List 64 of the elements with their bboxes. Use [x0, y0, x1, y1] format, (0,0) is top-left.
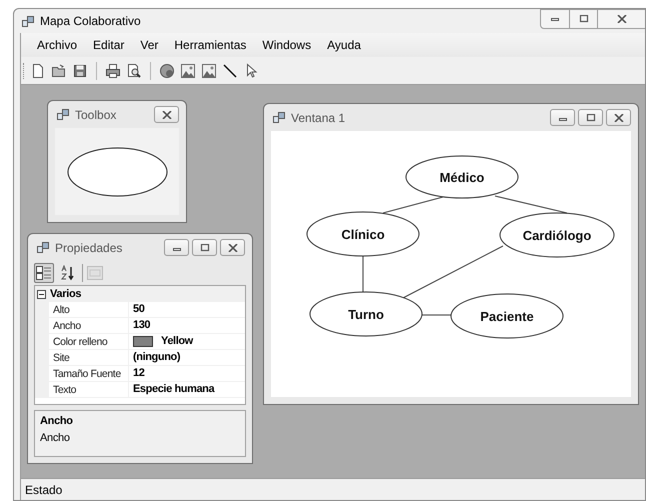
maximize-icon	[586, 114, 596, 122]
entity-node[interactable]: Cardiólogo	[500, 212, 614, 258]
print-preview-icon[interactable]	[126, 62, 142, 78]
connector-line	[362, 256, 364, 292]
folder-icon[interactable]	[51, 62, 67, 78]
window-icon	[22, 16, 34, 26]
category-label: Varios	[50, 286, 82, 302]
connector-line	[382, 196, 444, 214]
save-icon[interactable]	[72, 62, 88, 78]
window-icon	[57, 109, 69, 120]
menu-item[interactable]: Ayuda	[319, 36, 369, 54]
close-icon	[616, 15, 626, 23]
property-name[interactable]: Tamaño Fuente	[35, 366, 129, 381]
categorized-view-button[interactable]	[34, 263, 54, 283]
entity-node[interactable]: Paciente	[450, 294, 564, 338]
close-button[interactable]	[598, 9, 645, 29]
entity-node[interactable]: Médico	[406, 156, 518, 198]
property-value[interactable]: 12	[133, 365, 144, 382]
window-title: Mapa Colaborativo	[40, 13, 141, 30]
window-icon	[37, 242, 49, 253]
close-icon	[614, 114, 624, 122]
maximize-button[interactable]	[570, 9, 598, 29]
property-value[interactable]: 130	[133, 317, 150, 334]
close-icon	[228, 244, 238, 252]
close-button[interactable]	[606, 109, 631, 126]
property-value[interactable]: (ninguno)	[133, 349, 180, 366]
window-icon	[273, 112, 285, 123]
description-title: Ancho	[40, 414, 74, 429]
line-tool-icon[interactable]	[222, 62, 238, 78]
menu-item[interactable]: Archivo	[29, 36, 86, 54]
property-name[interactable]: Site	[35, 350, 129, 365]
entity-node[interactable]: Clínico	[306, 212, 420, 256]
menu-item[interactable]: Editar	[85, 36, 132, 54]
description-text: Ancho	[40, 430, 71, 446]
minimize-button[interactable]	[550, 109, 575, 126]
property-value[interactable]: 50	[133, 301, 144, 318]
collapse-icon[interactable]	[37, 290, 46, 298]
property-name[interactable]: Alto	[35, 302, 129, 317]
maximize-button[interactable]	[192, 239, 217, 256]
close-icon	[162, 110, 172, 118]
menu-item[interactable]: Herramientas	[166, 36, 254, 54]
property-value[interactable]: Yellow	[161, 333, 193, 350]
connector-line	[422, 314, 452, 316]
menu-item[interactable]: Windows	[254, 36, 320, 54]
maximize-button[interactable]	[578, 109, 603, 126]
new-file-icon[interactable]	[30, 62, 46, 78]
entity-node[interactable]: Turno	[310, 292, 422, 336]
menu-item[interactable]: Ver	[132, 36, 166, 54]
close-button[interactable]	[154, 106, 179, 123]
maximize-icon	[578, 15, 588, 23]
window-title: Toolbox	[75, 106, 116, 124]
minimize-button[interactable]	[540, 9, 570, 29]
property-value[interactable]: Especie humana	[133, 381, 214, 398]
printer-icon[interactable]	[105, 62, 121, 78]
window-title: Propiedades	[55, 240, 122, 256]
maximize-icon	[200, 244, 210, 252]
ellipse-tool-icon[interactable]	[66, 146, 168, 196]
image-icon[interactable]	[180, 62, 196, 78]
close-button[interactable]	[220, 239, 245, 256]
window-title: Ventana 1	[291, 110, 346, 126]
minimize-icon	[550, 16, 560, 22]
minimize-button[interactable]	[164, 239, 189, 256]
image-icon[interactable]	[201, 62, 217, 78]
status-text: Estado	[25, 482, 62, 498]
